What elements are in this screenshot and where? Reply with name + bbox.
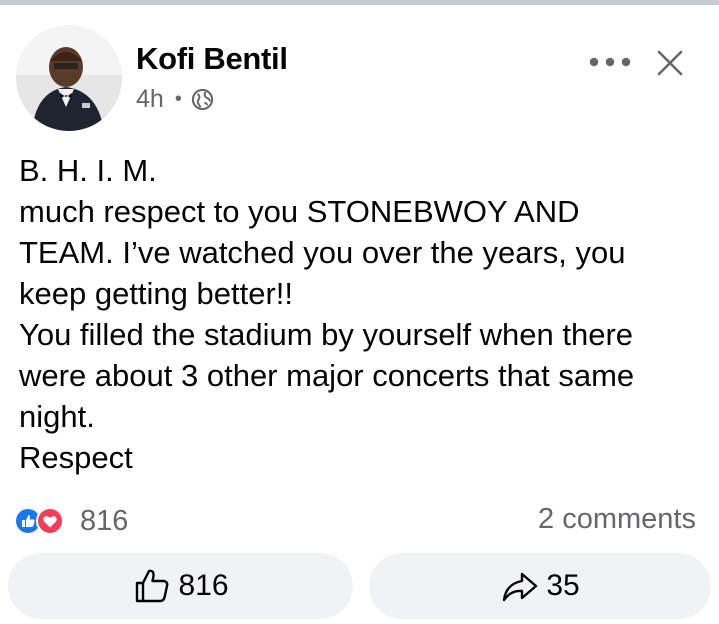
- post-meta: 4h •: [136, 84, 214, 114]
- meta-separator: •: [174, 87, 182, 110]
- post-text-line: Respect: [19, 440, 133, 475]
- post-text-line: keep getting better!!: [19, 276, 294, 311]
- post-text-line: night.: [19, 399, 95, 434]
- reaction-icons: [14, 506, 78, 536]
- more-horizontal-icon: [589, 57, 631, 67]
- thumbs-up-icon: [136, 569, 169, 603]
- avatar[interactable]: [16, 25, 122, 131]
- close-button[interactable]: [650, 43, 690, 83]
- post-timestamp[interactable]: 4h: [136, 85, 164, 114]
- post-text: B. H. I. M. much respect to you STONEBWO…: [19, 150, 709, 478]
- post-text-line: TEAM. I’ve watched you over the years, y…: [19, 235, 626, 270]
- love-icon: [36, 507, 64, 535]
- close-icon: [657, 50, 683, 76]
- like-button[interactable]: 816: [8, 553, 353, 619]
- post-text-line: were about 3 other major concerts that s…: [19, 358, 635, 393]
- author-name[interactable]: Kofi Bentil: [136, 41, 288, 77]
- like-count: 816: [178, 569, 229, 602]
- share-button[interactable]: 35: [369, 553, 711, 619]
- comments-count-link[interactable]: 2 comments: [538, 503, 696, 536]
- reaction-count: 816: [80, 504, 129, 537]
- post-text-line: You filled the stadium by yourself when …: [19, 317, 634, 352]
- post-text-line: B. H. I. M.: [19, 153, 157, 188]
- post-text-line: much respect to you STONEBWOY AND: [19, 194, 580, 229]
- post-card: Kofi Bentil 4h • B. H. I. M. much respec…: [0, 5, 719, 624]
- share-arrow-icon: [503, 572, 538, 602]
- reactions-summary[interactable]: 816: [14, 501, 128, 541]
- globe-icon[interactable]: [191, 88, 214, 111]
- share-count: 35: [546, 569, 580, 602]
- more-options-button[interactable]: [584, 47, 636, 77]
